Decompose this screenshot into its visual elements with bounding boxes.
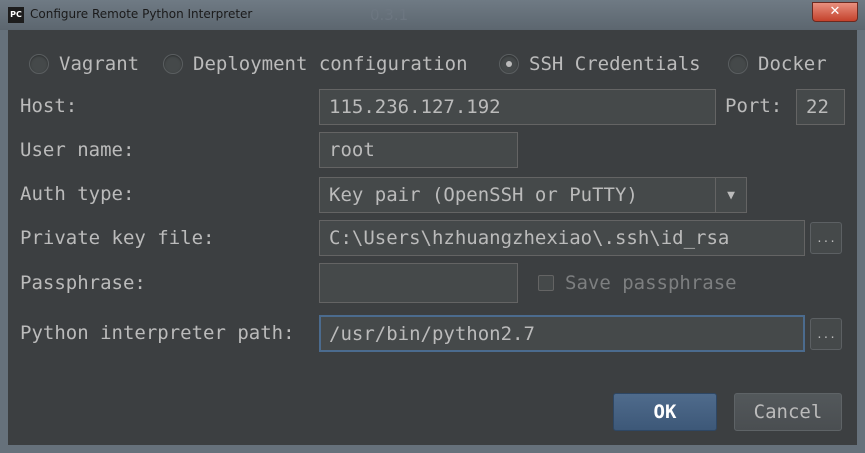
radio-button-icon[interactable] (29, 54, 49, 74)
radio-button-icon[interactable] (163, 54, 183, 74)
host-field[interactable]: 115.236.127.192 (319, 89, 716, 125)
background-window-text: 0.3.1 (370, 6, 409, 24)
radio-label-ssh: SSH Credentials (529, 53, 701, 75)
window-frame-left (0, 30, 8, 453)
pycharm-app-icon: PC (8, 7, 24, 23)
dialog-content: Vagrant Deployment configuration SSH Cre… (8, 30, 857, 445)
radio-label-deployment: Deployment configuration (193, 53, 468, 75)
private-key-field[interactable]: C:\Users\hzhuangzhexiao\.ssh\id_rsa (319, 220, 805, 256)
window-frame-right (857, 30, 865, 453)
auth-type-dropdown[interactable]: Key pair (OpenSSH or PuTTY) ▼ (319, 177, 747, 213)
auth-type-value: Key pair (OpenSSH or PuTTY) (329, 184, 638, 206)
radio-label-vagrant: Vagrant (59, 53, 140, 75)
radio-label-docker: Docker (758, 53, 827, 75)
user-name-value: root (329, 139, 375, 161)
radio-button-selected-icon[interactable] (499, 54, 519, 74)
radio-vagrant[interactable]: Vagrant (29, 53, 139, 75)
save-passphrase-checkbox[interactable] (538, 275, 554, 291)
chevron-down-icon[interactable]: ▼ (715, 178, 746, 212)
port-field[interactable]: 22 (796, 89, 845, 125)
interpreter-path-value: /usr/bin/python2.7 (329, 322, 535, 345)
radio-docker[interactable]: Docker (728, 53, 827, 75)
passphrase-label: Passphrase: (20, 272, 146, 294)
title-bar[interactable]: PC Configure Remote Python Interpreter 0… (0, 0, 865, 31)
interpreter-path-label: Python interpreter path: (20, 322, 295, 344)
private-key-label: Private key file: (20, 227, 215, 249)
ellipsis-icon: ... (816, 231, 836, 245)
cancel-button[interactable]: Cancel (734, 393, 842, 431)
host-value: 115.236.127.192 (329, 96, 501, 118)
ok-button[interactable]: OK (613, 393, 717, 431)
radio-ssh-credentials[interactable]: SSH Credentials (499, 53, 701, 75)
port-value: 22 (806, 96, 829, 118)
close-icon: ✕ (829, 4, 841, 19)
radio-button-icon[interactable] (728, 54, 748, 74)
user-name-label: User name: (20, 139, 135, 161)
private-key-value: C:\Users\hzhuangzhexiao\.ssh\id_rsa (329, 227, 730, 249)
close-button[interactable]: ✕ (812, 2, 858, 22)
user-name-field[interactable]: root (319, 132, 518, 168)
port-label: Port: (725, 95, 783, 117)
auth-type-label: Auth type: (20, 183, 135, 205)
save-passphrase-label[interactable]: Save passphrase (565, 272, 737, 294)
browse-interpreter-button[interactable]: ... (810, 318, 842, 350)
host-label: Host: (20, 95, 78, 117)
browse-key-file-button[interactable]: ... (810, 222, 842, 254)
passphrase-field[interactable] (319, 263, 518, 303)
window-title: Configure Remote Python Interpreter (30, 7, 253, 21)
radio-deployment-configuration[interactable]: Deployment configuration (163, 53, 468, 75)
interpreter-path-field[interactable]: /usr/bin/python2.7 (319, 315, 805, 352)
window-frame-bottom (0, 445, 865, 453)
ellipsis-icon: ... (816, 327, 836, 341)
